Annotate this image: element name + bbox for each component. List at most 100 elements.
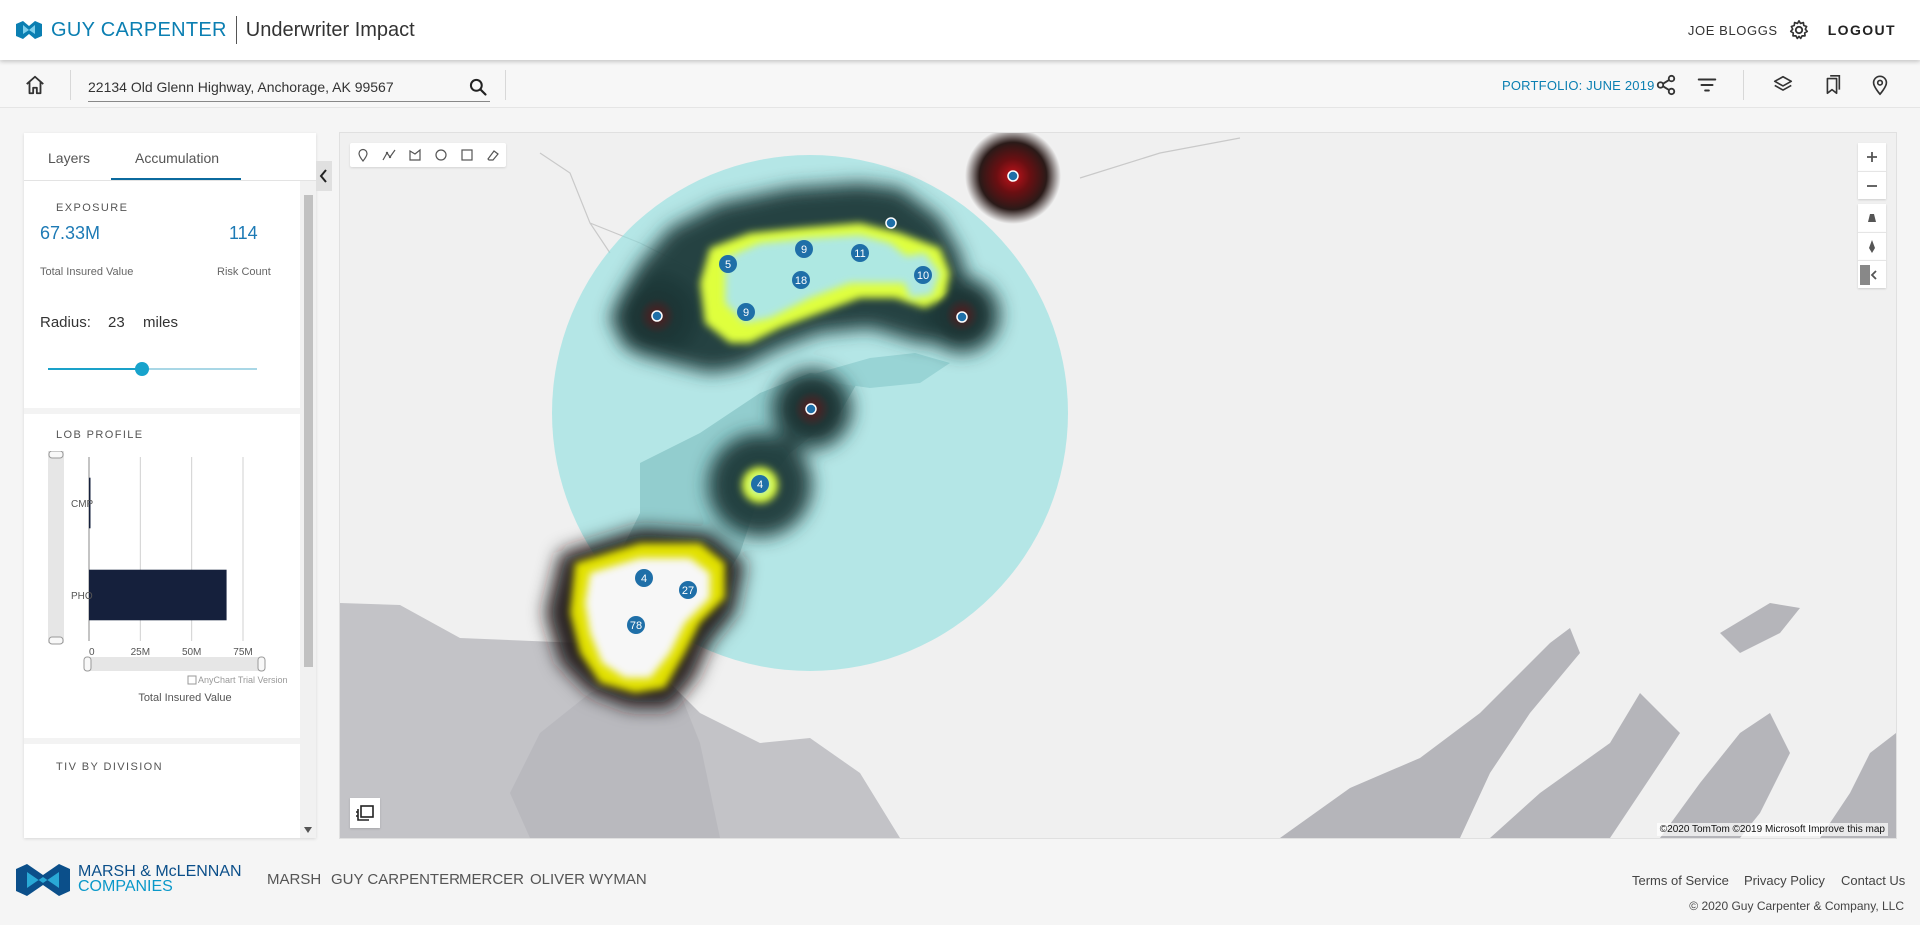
chart-x-axis-label: Total Insured Value: [138, 692, 231, 703]
collapse-panel-button[interactable]: [316, 161, 332, 191]
section-divider: [24, 738, 300, 744]
chart-tick-label: 50M: [182, 647, 201, 658]
cluster-count: 4: [641, 573, 647, 585]
y-range-scroller[interactable]: [48, 451, 64, 643]
marker-icon[interactable]: [356, 148, 370, 162]
cluster-marker[interactable]: 27: [679, 581, 697, 599]
x-range-handle-left[interactable]: [83, 656, 92, 672]
footer-link-marsh[interactable]: MARSH: [267, 871, 321, 888]
map-attribution: ©2020 TomTom ©2019 Microsoft Improve thi…: [1656, 823, 1888, 836]
address-search: [88, 72, 490, 102]
panel-scrollbar-thumb[interactable]: [304, 195, 313, 667]
risk-count-caption: Risk Count: [217, 266, 271, 278]
gear-icon[interactable]: [1788, 19, 1810, 41]
radius-slider-fill: [48, 368, 142, 370]
cluster-marker[interactable]: 9: [737, 303, 755, 321]
eraser-icon[interactable]: [486, 148, 500, 162]
brand[interactable]: GUY CARPENTER Underwriter Impact: [15, 16, 415, 44]
cluster-count: 4: [757, 479, 763, 491]
y-range-handle-bottom[interactable]: [48, 636, 64, 645]
portfolio-selector[interactable]: PORTFOLIO: JUNE 2019: [1502, 78, 1655, 93]
cluster-marker[interactable]: 78: [627, 616, 645, 634]
layers-icon[interactable]: [1772, 74, 1794, 96]
cluster-count: 10: [917, 270, 929, 282]
radius-slider[interactable]: [48, 362, 257, 376]
risk-marker[interactable]: [805, 403, 817, 415]
location-pin-icon[interactable]: [1869, 74, 1891, 96]
x-range-handle-right[interactable]: [257, 656, 266, 672]
cluster-marker[interactable]: 9: [795, 240, 813, 258]
section-divider: [24, 408, 300, 414]
logout-button[interactable]: LOGOUT: [1828, 22, 1896, 38]
polygon-icon[interactable]: [408, 148, 422, 162]
cluster-count: 9: [743, 307, 749, 319]
radius-slider-thumb[interactable]: [135, 362, 149, 376]
improve-map-link[interactable]: Improve this map: [1808, 824, 1885, 835]
cluster-marker[interactable]: 10: [914, 266, 932, 284]
contact-us-link[interactable]: Contact Us: [1841, 873, 1905, 888]
footer-link-guy-carpenter[interactable]: GUY CARPENTER: [331, 871, 460, 888]
polyline-icon[interactable]: [382, 148, 396, 162]
risk-marker[interactable]: [1007, 170, 1019, 182]
risk-marker[interactable]: [885, 217, 897, 229]
chart-watermark: AnyChart Trial Version: [198, 675, 288, 685]
toolbar-divider: [70, 70, 71, 100]
zoom-in-button[interactable]: [1858, 143, 1886, 171]
brand-name: GUY CARPENTER: [51, 18, 227, 41]
draw-toolbar: [350, 143, 506, 167]
y-range-handle-top[interactable]: [48, 451, 64, 459]
map-view[interactable]: 5 9 11 18 10 9 4 4 27 78 ©2020 TomTom ©2…: [340, 133, 1896, 838]
exposure-title: EXPOSURE: [56, 202, 129, 214]
map-canvas[interactable]: 5 9 11 18 10 9 4 4 27 78: [340, 133, 1896, 838]
cluster-marker[interactable]: 5: [719, 255, 737, 273]
cluster-marker[interactable]: 4: [635, 569, 653, 587]
app-header: GUY CARPENTER Underwriter Impact JOE BLO…: [0, 0, 1920, 60]
chart-tick-label: 25M: [131, 647, 150, 658]
risk-marker[interactable]: [956, 311, 968, 323]
rotate-button[interactable]: [1858, 260, 1886, 288]
circle-icon[interactable]: [434, 148, 448, 162]
terms-of-service-link[interactable]: Terms of Service: [1632, 873, 1729, 888]
total-insured-value: 67.33M: [40, 223, 101, 243]
share-icon[interactable]: [1655, 74, 1677, 96]
risk-marker[interactable]: [651, 310, 663, 322]
chart-bars: [89, 477, 227, 621]
footer-link-mercer[interactable]: MERCER: [459, 871, 524, 888]
filter-icon[interactable]: [1696, 74, 1718, 96]
accumulation-panel: Layers Accumulation EXPOSURE 67.33M 114 …: [24, 133, 316, 838]
chart-bar-pho[interactable]: [89, 569, 227, 621]
tab-layers[interactable]: Layers: [48, 150, 90, 166]
cluster-count: 78: [630, 620, 642, 632]
scroll-down-icon[interactable]: [303, 826, 313, 834]
user-name[interactable]: JOE BLOGGS: [1688, 23, 1778, 38]
zoom-out-icon: [1867, 185, 1877, 187]
address-search-input[interactable]: [88, 76, 448, 98]
company-name-line2: COMPANIES: [78, 878, 173, 895]
rotate-icon: [1860, 265, 1877, 285]
privacy-policy-link[interactable]: Privacy Policy: [1744, 873, 1825, 888]
search-icon[interactable]: [468, 77, 488, 97]
cluster-marker[interactable]: 4: [751, 475, 769, 493]
tilt-button[interactable]: [1858, 204, 1886, 232]
legend-icon: [356, 805, 374, 821]
zoom-out-button[interactable]: [1858, 171, 1886, 199]
guy-carpenter-logo-icon: [16, 21, 42, 39]
company-name-line1: MARSH & McLENNAN: [78, 863, 242, 880]
x-range-scroller[interactable]: [86, 657, 264, 671]
rectangle-icon[interactable]: [460, 148, 474, 162]
cluster-marker[interactable]: 18: [792, 271, 810, 289]
bookmarks-icon[interactable]: [1821, 74, 1843, 96]
cluster-marker[interactable]: 11: [851, 244, 869, 262]
tab-accumulation[interactable]: Accumulation: [135, 150, 219, 166]
company-name: MARSH & McLENNAN COMPANIES: [78, 863, 242, 895]
footer-link-oliver-wyman[interactable]: OLIVER WYMAN: [530, 871, 647, 888]
legend-button[interactable]: [350, 798, 380, 828]
risk-count-value: 114: [229, 223, 258, 243]
panel-scrollbar[interactable]: [300, 181, 316, 838]
cluster-count: 11: [854, 248, 865, 260]
home-icon[interactable]: [24, 74, 46, 96]
radius-value[interactable]: 23: [108, 314, 125, 331]
compass-button[interactable]: [1858, 232, 1886, 260]
anychart-logo-icon: [187, 675, 197, 685]
app-title: Underwriter Impact: [245, 18, 415, 41]
